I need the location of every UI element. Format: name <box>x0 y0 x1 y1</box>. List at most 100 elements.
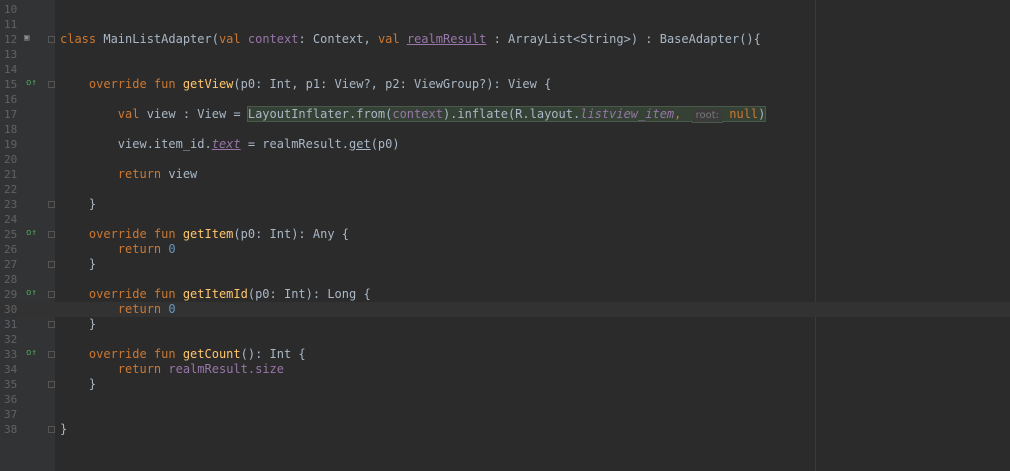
code-line[interactable]: 21 return view <box>0 167 1010 182</box>
line-number: 28 <box>4 273 18 286</box>
line-number: 27 <box>4 258 18 271</box>
fold-end-icon[interactable] <box>48 261 55 268</box>
keyword: return <box>117 167 162 181</box>
code-line[interactable]: 32 <box>0 332 1010 347</box>
line-number: 18 <box>4 123 18 136</box>
code-token: (p0: Int): Any { <box>233 227 349 241</box>
code-line[interactable]: 14 <box>0 62 1010 77</box>
override-method-icon[interactable]: o↑ <box>26 227 40 239</box>
code-line[interactable]: 35 } <box>0 377 1010 392</box>
code-line[interactable]: 18 <box>0 122 1010 137</box>
line-code: } <box>60 422 68 436</box>
line-number: 19 <box>4 138 18 151</box>
code-line[interactable]: 26 return 0 <box>0 242 1010 257</box>
line-number: 14 <box>4 63 18 76</box>
code-token: (p0) <box>370 137 400 151</box>
keyword: return <box>117 302 162 316</box>
keyword: override fun <box>88 227 183 241</box>
code-line[interactable]: 11 <box>0 17 1010 32</box>
fold-marker-icon[interactable] <box>48 36 55 43</box>
code-token: MainListAdapter( <box>96 32 219 46</box>
code-line[interactable]: 23 } <box>0 197 1010 212</box>
fold-end-icon[interactable] <box>48 201 55 208</box>
code-line[interactable]: 16 <box>0 92 1010 107</box>
code-line[interactable]: 25 override fun getItem(p0: Int): Any {o… <box>0 227 1010 242</box>
line-number: 26 <box>4 243 18 256</box>
code-line[interactable]: 24 <box>0 212 1010 227</box>
code-line[interactable]: 19 view.item_id.text = realmResult.get(p… <box>0 137 1010 152</box>
line-number: 12 <box>4 33 18 46</box>
highlighted-expression[interactable]: LayoutInflater.from(context).inflate(R.l… <box>246 106 767 122</box>
line-number: 30 <box>4 303 18 316</box>
line-code: override fun getView(p0: Int, p1: View?,… <box>60 77 551 92</box>
code-line[interactable]: 29 override fun getItemId(p0: Int): Long… <box>0 287 1010 302</box>
line-number: 23 <box>4 198 18 211</box>
line-code: view.item_id.text = realmResult.get(p0) <box>60 137 400 152</box>
line-code: return realmResult.size <box>60 362 284 377</box>
code-line[interactable]: 13 <box>0 47 1010 62</box>
line-number: 17 <box>4 108 18 121</box>
fold-marker-icon[interactable] <box>48 351 55 358</box>
override-method-icon[interactable]: o↑ <box>26 287 40 299</box>
code-line[interactable]: 15 override fun getView(p0: Int, p1: Vie… <box>0 77 1010 92</box>
code-token: (): Int { <box>240 347 306 361</box>
line-code: val view : View = LayoutInflater.from(co… <box>60 106 767 122</box>
code-line[interactable]: 12 class MainListAdapter(val context: Con… <box>0 32 1010 47</box>
line-number: 32 <box>4 333 18 346</box>
fold-marker-icon[interactable] <box>48 291 55 298</box>
override-method-icon[interactable]: o↑ <box>26 77 40 89</box>
line-number: 11 <box>4 18 18 31</box>
code-line[interactable]: 31 } <box>0 317 1010 332</box>
line-code: return view <box>60 167 197 182</box>
fold-end-icon[interactable] <box>48 381 55 388</box>
fold-marker-icon[interactable] <box>48 231 55 238</box>
code-line[interactable]: 17 val view : View = LayoutInflater.from… <box>0 106 1010 122</box>
code-line[interactable]: 20 <box>0 152 1010 167</box>
line-number: 25 <box>4 228 18 241</box>
class-hierarchy-icon[interactable]: ▣ <box>24 32 40 44</box>
fold-marker-icon[interactable] <box>48 81 55 88</box>
code-line[interactable]: 30 return 0 <box>0 302 1010 317</box>
code-line[interactable]: 34 return realmResult.size <box>0 362 1010 377</box>
fold-end-icon[interactable] <box>48 321 55 328</box>
code-line[interactable]: 36 <box>0 392 1010 407</box>
keyword: override fun <box>88 287 183 301</box>
code-line[interactable]: 10 <box>0 2 1010 17</box>
code-token: (p0: Int): Long { <box>247 287 371 301</box>
code-line[interactable]: 37 <box>0 407 1010 422</box>
line-code: return 0 <box>60 242 176 257</box>
number: 0 <box>168 302 176 316</box>
property: realmResult. <box>168 362 256 376</box>
keyword: null <box>729 107 759 121</box>
line-number: 34 <box>4 363 18 376</box>
code-line[interactable]: 22 <box>0 182 1010 197</box>
property: text <box>211 137 241 151</box>
line-code: override fun getItemId(p0: Int): Long { <box>60 287 371 302</box>
code-line[interactable]: 33 override fun getCount(): Int {o↑ <box>0 347 1010 362</box>
function-name: getItemId <box>182 287 248 301</box>
keyword: val <box>377 32 400 46</box>
property: context <box>392 107 443 121</box>
line-number: 22 <box>4 183 18 196</box>
property: size <box>255 362 284 376</box>
code-token: : ArrayList<String>) : BaseAdapter(){ <box>486 32 761 46</box>
keyword: , <box>674 107 689 121</box>
line-number: 15 <box>4 78 18 91</box>
keyword: override fun <box>88 347 183 361</box>
override-method-icon[interactable]: o↑ <box>26 347 40 359</box>
code-token: ).inflate(R.layout. <box>442 107 581 121</box>
line-number: 37 <box>4 408 18 421</box>
keyword: val <box>117 107 140 121</box>
line-number: 36 <box>4 393 18 406</box>
code-line[interactable]: 27 } <box>0 257 1010 272</box>
fold-end-icon[interactable] <box>48 426 55 433</box>
line-code: override fun getCount(): Int { <box>60 347 306 362</box>
line-code: } <box>60 317 97 331</box>
function-call: get <box>349 137 371 151</box>
line-number: 10 <box>4 3 18 16</box>
keyword: override fun <box>88 77 183 91</box>
code-token: view <box>161 167 198 181</box>
code-token: LayoutInflater.from( <box>247 107 393 121</box>
code-line[interactable]: 28 <box>0 272 1010 287</box>
code-line[interactable]: 38} <box>0 422 1010 437</box>
